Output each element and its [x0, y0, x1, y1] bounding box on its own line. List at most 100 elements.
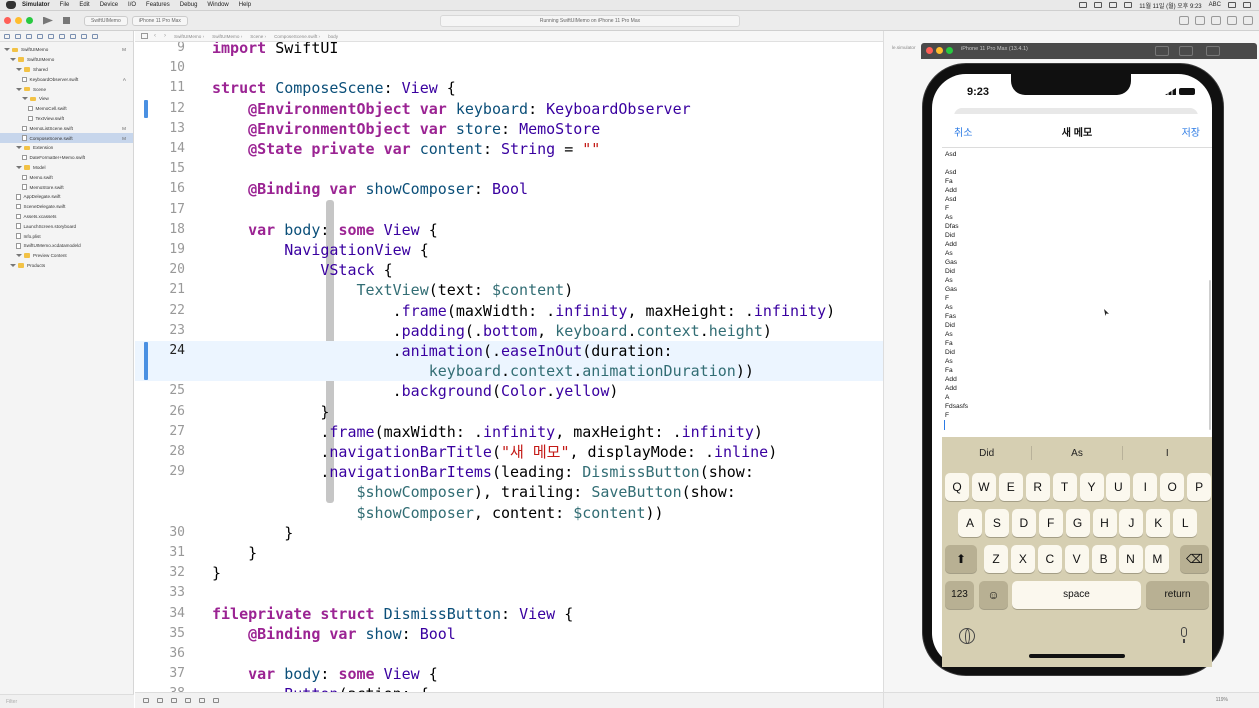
key-t[interactable]: T	[1052, 473, 1077, 501]
step-over-icon[interactable]	[185, 698, 191, 703]
key-g[interactable]: G	[1065, 509, 1090, 537]
key-d[interactable]: D	[1011, 509, 1036, 537]
key-b[interactable]: B	[1091, 545, 1116, 573]
sim-close-button[interactable]	[926, 47, 933, 54]
key-l[interactable]: L	[1173, 509, 1198, 537]
disclosure-icon[interactable]	[16, 165, 22, 169]
menu-item-debug[interactable]: Debug	[180, 2, 198, 8]
navigator-item[interactable]: MemoStore.swift	[0, 182, 133, 192]
text-view-scrollbar[interactable]	[1209, 280, 1211, 430]
navigator-item[interactable]: Scene	[0, 84, 133, 94]
navigator-item[interactable]: Products	[0, 261, 133, 271]
disclosure-icon[interactable]	[16, 146, 22, 150]
key-v[interactable]: V	[1064, 545, 1089, 573]
library-icon[interactable]	[1179, 16, 1189, 25]
input-source-label[interactable]: ABC	[1209, 2, 1221, 8]
breadcrumb-item[interactable]: body	[328, 34, 338, 39]
screen-record-icon[interactable]	[1079, 2, 1088, 8]
rotate-icon[interactable]	[1206, 46, 1220, 56]
step-in-icon[interactable]	[199, 698, 205, 703]
key-y[interactable]: Y	[1079, 473, 1104, 501]
code-review-icon[interactable]	[1195, 16, 1205, 25]
breadcrumb-item[interactable]: Scene ›	[250, 34, 266, 39]
breadcrumb-item[interactable]: SwiftUIMemo ›	[174, 34, 204, 39]
navigator-item[interactable]: Shared	[0, 65, 133, 75]
display-icon[interactable]	[1094, 2, 1103, 8]
key-n[interactable]: N	[1118, 545, 1143, 573]
return-key[interactable]: return	[1146, 581, 1209, 609]
screenshot-icon[interactable]	[1155, 46, 1169, 56]
debug-icon[interactable]	[70, 33, 76, 39]
menu-item-edit[interactable]: Edit	[79, 2, 89, 8]
symbol-icon[interactable]	[26, 33, 32, 39]
navigator-filter[interactable]: Filter	[0, 694, 134, 708]
clock-text[interactable]: 11월 11일 (월) 오후 9:23	[1139, 1, 1201, 10]
key-w[interactable]: W	[971, 473, 996, 501]
menu-item-io[interactable]: I/O	[128, 2, 136, 8]
save-button[interactable]: 저장	[1182, 124, 1200, 139]
back-arrow-icon[interactable]: ‹	[154, 33, 156, 39]
navigator-item[interactable]: View	[0, 94, 133, 104]
navigator-item[interactable]: Info.plist	[0, 231, 133, 241]
delete-key[interactable]: ⌫	[1180, 545, 1209, 573]
prediction-suggestion[interactable]: I	[1123, 448, 1212, 459]
navigator-toggle-icon[interactable]	[1211, 16, 1221, 25]
navigator-item[interactable]: DateFormatter+Memo.swift	[0, 153, 133, 163]
navigator-item[interactable]: ComposeScene.swift M	[0, 133, 133, 143]
key-i[interactable]: I	[1133, 473, 1158, 501]
key-c[interactable]: C	[1037, 545, 1062, 573]
key-z[interactable]: Z	[984, 545, 1008, 573]
sim-zoom-button[interactable]	[946, 47, 953, 54]
disclosure-icon[interactable]	[10, 263, 16, 267]
battery-icon[interactable]	[1124, 2, 1133, 8]
key-x[interactable]: X	[1010, 545, 1035, 573]
code-editor[interactable]: 9 import SwiftUI 10 11 struct ComposeScene: …	[135, 42, 883, 692]
navigator-item[interactable]: Memo.swift	[0, 172, 133, 182]
step-out-icon[interactable]	[213, 698, 219, 703]
navigator-item[interactable]: Model	[0, 163, 133, 173]
prediction-suggestion[interactable]: As	[1032, 448, 1121, 459]
menu-item-help[interactable]: Help	[239, 2, 251, 8]
stop-icon[interactable]	[63, 17, 70, 24]
navigator-item[interactable]: Assets.xcassets	[0, 212, 133, 222]
globe-icon[interactable]	[959, 628, 975, 644]
navigator-item[interactable]: AppDelegate.swift	[0, 192, 133, 202]
home-indicator[interactable]	[1029, 654, 1125, 658]
pause-icon[interactable]	[171, 698, 177, 703]
navigator-item[interactable]: MemoListScene.swift M	[0, 123, 133, 133]
search-icon[interactable]	[1228, 2, 1236, 8]
menu-item-device[interactable]: Device	[100, 2, 118, 8]
report-icon[interactable]	[92, 33, 98, 39]
key-p[interactable]: P	[1187, 473, 1212, 501]
related-items-icon[interactable]	[141, 33, 148, 39]
microphone-icon[interactable]	[1179, 627, 1189, 643]
disclosure-icon[interactable]	[4, 48, 10, 52]
scheme-selector[interactable]: SwiftUIMemo	[84, 15, 128, 26]
zoom-level[interactable]: 119%	[1216, 697, 1228, 703]
navigator-item[interactable]: MemoCell.swift	[0, 104, 133, 114]
key-f[interactable]: F	[1038, 509, 1063, 537]
key-j[interactable]: J	[1119, 509, 1144, 537]
key-u[interactable]: U	[1106, 473, 1131, 501]
key-s[interactable]: S	[984, 509, 1009, 537]
menu-item-simulator[interactable]: Simulator	[22, 2, 50, 8]
menu-item-file[interactable]: File	[60, 2, 70, 8]
key-m[interactable]: M	[1145, 545, 1170, 573]
menu-item-window[interactable]: Window	[207, 2, 228, 8]
test-icon[interactable]	[59, 33, 65, 39]
key-q[interactable]: Q	[945, 473, 969, 501]
inspector-toggle-icon[interactable]	[1243, 16, 1253, 25]
issue-icon[interactable]	[48, 33, 54, 39]
apple-menu-icon[interactable]	[6, 1, 16, 9]
navigator-item[interactable]: Extension	[0, 143, 133, 153]
forward-arrow-icon[interactable]: ›	[164, 33, 166, 39]
key-k[interactable]: K	[1146, 509, 1171, 537]
navigator-item[interactable]: SceneDelegate.swift	[0, 202, 133, 212]
key-h[interactable]: H	[1092, 509, 1117, 537]
breakpoint-icon[interactable]	[81, 33, 87, 39]
folder-icon[interactable]	[4, 33, 10, 39]
navigator-item[interactable]: LaunchScreen.storyboard	[0, 221, 133, 231]
prediction-suggestion[interactable]: Did	[942, 448, 1031, 459]
navigator-item[interactable]: SwiftUIMemo	[0, 55, 133, 65]
navigator-item[interactable]: Preview Content	[0, 251, 133, 261]
